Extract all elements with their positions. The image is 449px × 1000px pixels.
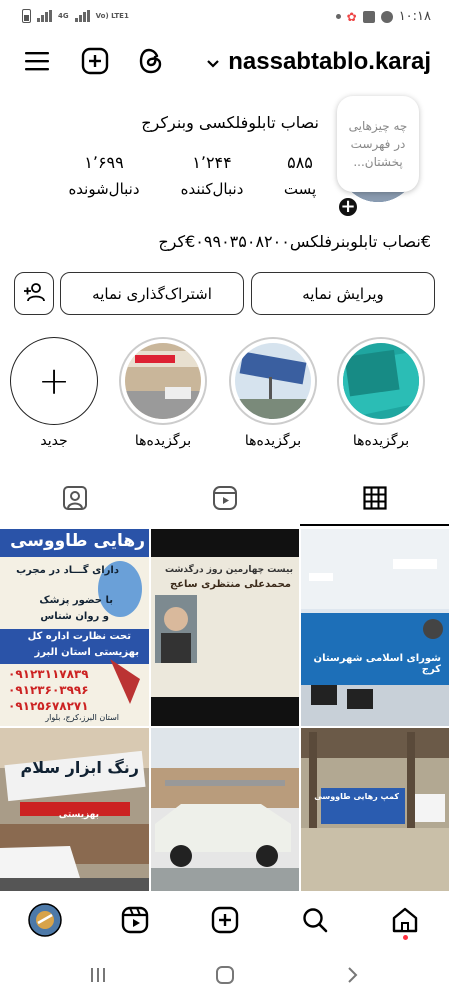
post1-line-5: بهزیستی استان البرز (34, 647, 139, 658)
volte-indicator: Vo) LTE1 (95, 11, 129, 20)
share-profile-button[interactable]: اشتراک‌گذاری نمایه (60, 272, 244, 315)
status-time: ۱۰:۱۸ (398, 9, 431, 24)
tab-reels[interactable] (150, 474, 300, 526)
highlight-cover (119, 337, 207, 425)
add-story-icon[interactable]: + (337, 196, 359, 218)
post4-sign: رنگ ابزار سلام (20, 758, 140, 777)
create-post-icon[interactable] (80, 46, 110, 76)
followers-stat[interactable]: ۱٬۲۴۴ دنبال‌کننده (162, 153, 262, 198)
highlight-cover (337, 337, 425, 425)
tab-grid[interactable] (300, 474, 449, 526)
post-tile-1[interactable]: رهایی طاووسی دارای گـــاد در مجرب با حضو… (0, 529, 149, 726)
profile-bio: €نصاب تابلوبنرفلکس۰۹۹۰۳۵۰۸۲۰۰€کرج (158, 232, 431, 251)
add-user-button[interactable] (14, 272, 54, 315)
profile-display-name: نصاب تابلوفلکسی وبنرکرج (141, 113, 319, 132)
battery-icon (22, 9, 31, 23)
app-notification-icon: ✿ (346, 9, 357, 24)
posts-stat: ۵۸۵ پست (270, 153, 330, 198)
followers-count: ۱٬۲۴۴ (192, 153, 232, 172)
highlight-label: برگزیده‌ها (244, 433, 302, 449)
status-bar: 4G Vo) LTE1 ✿ ۱۰:۱۸ (0, 0, 449, 34)
recent-apps-icon[interactable] (88, 965, 108, 985)
threads-icon[interactable] (136, 46, 166, 76)
signal-icon-2 (74, 10, 90, 22)
username: nassabtablo.karaj (228, 48, 431, 75)
profile-avatar[interactable] (28, 903, 62, 937)
highlight-item-2[interactable]: برگزیده‌ها (228, 337, 318, 449)
bottom-nav (0, 893, 449, 945)
tab-tagged[interactable] (0, 474, 150, 526)
profile-note-bubble[interactable]: چه چیزهایی در فهرست پخشتان... (337, 96, 419, 192)
following-stat[interactable]: ۱٬۶۹۹ دنبال‌شونده (52, 153, 156, 198)
menu-icon[interactable] (22, 46, 52, 76)
system-home-icon[interactable] (214, 964, 236, 986)
profile-tabs (0, 474, 449, 526)
active-tab-indicator (300, 524, 449, 526)
alert-notification-icon (380, 10, 393, 23)
post4-sub: بهزیستی (58, 810, 99, 820)
post1-line-1: دارای گـــاد در مجرب (16, 565, 119, 576)
new-highlight[interactable]: + جدید (9, 337, 99, 449)
new-highlight-label: جدید (40, 433, 68, 449)
profile-header: nassabtablo.karaj (0, 40, 449, 86)
search-icon[interactable] (298, 903, 332, 937)
message-notification-icon (362, 10, 375, 23)
grid-icon (363, 486, 387, 514)
status-right: ✿ ۱۰:۱۸ (335, 9, 431, 24)
post-tile-4[interactable]: رنگ ابزار سلام بهزیستی (0, 728, 149, 891)
back-icon[interactable] (342, 965, 362, 985)
home-notification-dot (403, 935, 408, 940)
highlight-cover (229, 337, 317, 425)
home-icon[interactable] (388, 903, 422, 940)
chevron-down-icon (206, 48, 220, 76)
followers-label: دنبال‌کننده (180, 180, 244, 198)
username-switcher[interactable]: nassabtablo.karaj (206, 48, 431, 76)
highlight-label: برگزیده‌ها (352, 433, 410, 449)
post-tile-6[interactable]: کمپ رهایی طاووسی (301, 728, 449, 891)
post-tile-2[interactable]: بیست چهارمین روز درگذشت محمدعلی منتظری س… (151, 529, 299, 726)
signal-icon (37, 10, 52, 22)
posts-count: ۵۸۵ (287, 153, 313, 172)
post1-line-3: و روان شناس (40, 611, 109, 622)
following-count: ۱٬۶۹۹ (84, 153, 124, 172)
system-navigation (0, 955, 449, 995)
reels-nav-icon[interactable] (118, 903, 152, 937)
post2-name: محمدعلی منتظری ساعج (170, 579, 291, 590)
post-tile-3[interactable]: شورای اسلامی شهرستان کرج (301, 529, 449, 726)
post1-address: استان البرز،کرج، بلوار (45, 713, 119, 722)
posts-grid: رهایی طاووسی دارای گـــاد در مجرب با حضو… (0, 529, 449, 891)
profile-avatar-block[interactable]: چه چیزهایی در فهرست پخشتان... + (333, 96, 423, 218)
following-label: دنبال‌شونده (68, 180, 140, 198)
post-tile-5[interactable] (151, 728, 299, 891)
reels-icon (212, 485, 238, 515)
post3-sign: شورای اسلامی شهرستان کرج (313, 653, 441, 675)
edit-profile-button[interactable]: ویرایش نمایه (251, 272, 435, 315)
post2-title: بیست چهارمین روز درگذشت (164, 565, 293, 575)
highlight-item-1[interactable]: برگزیده‌ها (336, 337, 426, 449)
post6-banner: کمپ رهایی طاووسی (314, 792, 399, 801)
notification-dot-icon (335, 14, 341, 19)
highlight-label: برگزیده‌ها (134, 433, 192, 449)
posts-label: پست (283, 180, 317, 198)
post1-phone-1: ۰۹۱۲۳۱۱۷۸۳۹ (8, 667, 89, 681)
post1-headline: رهایی طاووسی (10, 531, 145, 551)
add-user-icon (23, 282, 45, 306)
create-icon[interactable] (208, 903, 242, 937)
status-left: 4G Vo) LTE1 (22, 9, 129, 23)
network-type: 4G (58, 11, 69, 20)
post1-phone-2: ۰۹۱۲۳۶۰۳۹۹۶ (8, 683, 89, 697)
post1-line-4: تحت نظارت اداره کل (27, 631, 131, 642)
tagged-icon (62, 485, 88, 515)
post1-phone-3: ۰۹۱۲۵۶۷۸۲۷۱ (8, 699, 89, 713)
post1-line-2: با حضور پزشک (39, 595, 113, 606)
plus-icon: + (10, 337, 98, 425)
highlight-item-3[interactable]: برگزیده‌ها (118, 337, 208, 449)
